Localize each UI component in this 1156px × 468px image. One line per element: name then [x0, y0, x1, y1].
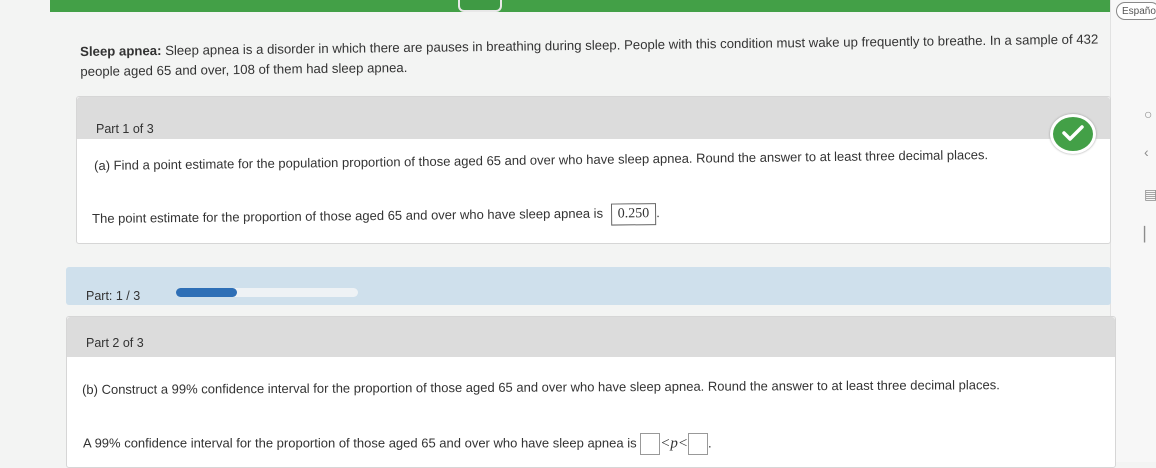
top-status-bar	[50, 0, 1110, 12]
top-tab-handle[interactable]	[458, 0, 502, 12]
problem-statement: Sleep apnea: Sleep apnea is a disorder i…	[80, 29, 1110, 82]
language-button[interactable]: Español	[1116, 2, 1156, 20]
problem-title: Sleep apnea:	[80, 43, 162, 59]
problem-text: Sleep apnea is a disorder in which there…	[80, 31, 1099, 79]
part2-card: Part 2 of 3 (b) Construct a 99% confiden…	[66, 316, 1116, 468]
checkmark-icon	[1050, 114, 1096, 154]
progress-track	[176, 288, 358, 297]
part1-answer-box[interactable]: 0.250	[610, 203, 657, 226]
part2-question: (b) Construct a 99% confidence interval …	[82, 377, 1000, 397]
part2-label: Part 2 of 3	[86, 336, 144, 350]
part2-header[interactable]: Part 2 of 3	[67, 317, 1115, 357]
part2-answer-line: A 99% confidence interval for the propor…	[83, 433, 712, 455]
calculator-icon[interactable]: ▤	[1144, 186, 1156, 203]
part2-answer-prefix: A 99% confidence interval for the propor…	[83, 435, 637, 451]
ci-lower-input[interactable]	[640, 433, 661, 455]
part2-answer-suffix: .	[707, 435, 712, 451]
part1-header[interactable]: Part 1 of 3	[77, 97, 1110, 154]
part1-answer-prefix: The point estimate for the proportion of…	[92, 205, 604, 226]
progress-fill	[176, 288, 237, 297]
back-arrow-icon[interactable]: ‹	[1144, 144, 1149, 160]
settings-icon[interactable]: ○	[1144, 106, 1152, 122]
ci-upper-input[interactable]	[687, 433, 708, 455]
part1-question: (a) Find a point estimate for the popula…	[94, 147, 989, 173]
part1-label: Part 1 of 3	[96, 122, 154, 136]
part1-card: Part 1 of 3 (a) Find a point estimate fo…	[76, 96, 1111, 244]
part1-answer-suffix: .	[656, 205, 660, 221]
part1-answer-line: The point estimate for the proportion of…	[92, 203, 660, 231]
progress-label: Part: 1 / 3	[86, 289, 141, 303]
part-progress-bar: Part: 1 / 3	[66, 267, 1111, 305]
interval-symbol: <p<	[660, 435, 688, 452]
notes-icon[interactable]: ▏	[1144, 226, 1155, 243]
